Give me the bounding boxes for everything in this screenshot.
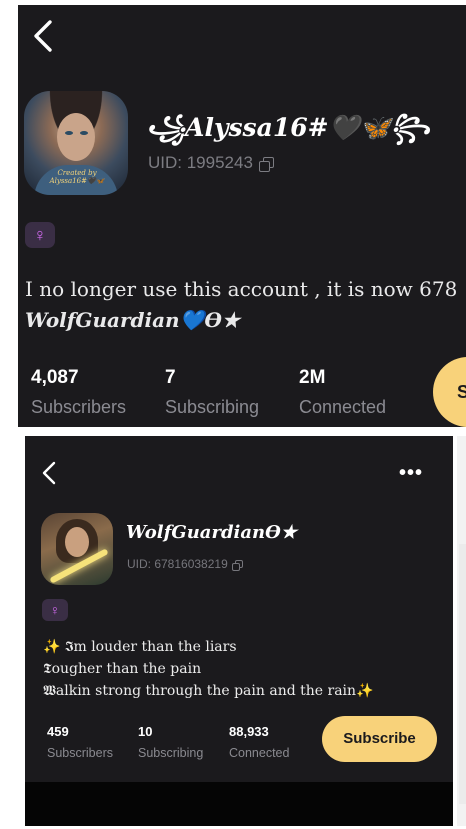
stat-connected[interactable]: 2M Connected [299,367,386,418]
avatar-caption: Created by Alyssa16#🖤🦋 [49,169,105,185]
stat-connected[interactable]: 88,933 Connected [229,724,289,760]
stat-value: 459 [47,724,69,739]
bio: ✨ 𝕴m louder than the liars 𝕿ougher than … [43,636,373,702]
stat-label: Subscribers [47,746,113,760]
uid-text: UID: 1995243 [148,153,253,172]
back-button[interactable] [26,16,62,56]
stat-subscribing[interactable]: 10 Subscribing [138,724,203,760]
bio-line: 𝕿ougher than the pain [43,661,202,677]
stat-value: 88,933 [229,724,269,739]
copy-icon[interactable] [231,559,243,571]
stat-subscribers[interactable]: 459 Subscribers [47,724,113,760]
stat-label: Subscribing [138,746,204,760]
avatar[interactable]: Created by Alyssa16#🖤🦋 [24,91,128,195]
username: WolfGuardianѲ★ [126,522,297,543]
embedded-profile-screenshot: ••• WolfGuardianѲ★ UID: 67816038219 ♀ ✨ … [25,436,453,826]
stat-subscribers[interactable]: 4,087 Subscribers [31,367,126,418]
stat-value: 2M [299,367,326,388]
username: ꧁Alyssa16#🖤🦋꧂ [146,113,430,142]
female-icon: ♀ [25,222,55,248]
bio-line: 𝖂alkin strong through the pain and the r… [43,683,374,699]
bio-line: I no longer use this account , it is now… [25,277,458,301]
avatar[interactable] [41,513,113,585]
subscribe-button[interactable]: S [433,357,466,427]
stat-label: Subscribers [31,397,127,417]
bio-line: WolfGuardian💙Ѳ★ [25,308,240,332]
copy-icon[interactable] [258,156,274,172]
stat-value: 7 [165,367,176,388]
subscribe-button[interactable]: Subscribe [322,716,437,762]
stat-label: Connected [299,397,387,417]
back-chevron-icon[interactable] [39,460,59,486]
bio-line: ✨ 𝕴m louder than the liars [43,639,237,655]
back-chevron-icon [34,20,52,52]
stat-label: Subscribing [165,397,260,417]
stat-subscribing[interactable]: 7 Subscribing [165,367,259,418]
stat-value: 10 [138,724,153,739]
bio: I no longer use this account , it is now… [25,274,466,336]
more-icon[interactable]: ••• [399,462,423,485]
stat-label: Connected [229,746,290,760]
female-icon: ♀ [42,599,68,621]
stat-value: 4,087 [31,367,79,388]
uid-row[interactable]: UID: 67816038219 [127,557,243,571]
uid-row[interactable]: UID: 1995243 [148,153,274,173]
uid-text: UID: 67816038219 [127,557,228,571]
